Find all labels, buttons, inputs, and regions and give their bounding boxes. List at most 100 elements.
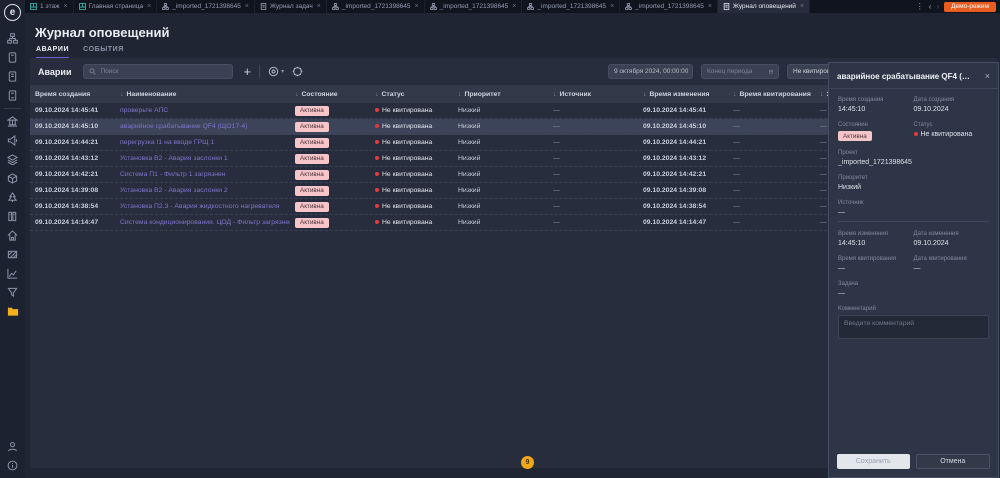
close-icon[interactable]: ×: [610, 3, 614, 10]
period-end-input[interactable]: [707, 68, 765, 75]
books-icon[interactable]: [2, 207, 23, 226]
close-icon[interactable]: ×: [708, 3, 712, 10]
period-start-field[interactable]: 9 октября 2024, 00:00:00 ×: [608, 64, 693, 79]
tab-imported-5[interactable]: _imported_1721398645 ×: [620, 0, 718, 13]
sort-icon[interactable]: ↓: [375, 91, 379, 98]
tab-main-page[interactable]: Главная страница×: [74, 0, 158, 13]
info-icon[interactable]: [2, 456, 23, 475]
clear-icon[interactable]: ×: [692, 68, 693, 75]
tab-task-journal[interactable]: Журнал задач×: [255, 0, 327, 13]
state-badge: Активна: [295, 202, 329, 212]
tab-imported-3[interactable]: _imported_1721398645×: [425, 0, 523, 13]
field-priority: Приоритет Низкий: [838, 175, 989, 191]
sort-icon[interactable]: ↓: [120, 91, 124, 98]
column-header-modified[interactable]: ↓Время изменения: [638, 91, 728, 98]
notification-count-badge[interactable]: 9: [521, 456, 534, 469]
close-icon[interactable]: ×: [317, 3, 321, 10]
hierarchy-icon[interactable]: [2, 29, 23, 48]
folder-icon-active[interactable]: [2, 302, 23, 321]
cell-status: Не квитирована: [370, 107, 453, 114]
unacked-dot-icon: [375, 220, 379, 224]
tab-imported-4[interactable]: _imported_1721398645×: [522, 0, 620, 13]
cell-priority: Низкий: [453, 171, 548, 178]
box-icon[interactable]: [2, 169, 23, 188]
column-header-priority[interactable]: ↓Приоритет: [453, 91, 548, 98]
acknowledge-menu-button[interactable]: ▾: [268, 66, 284, 77]
alarm-name-link[interactable]: Установка В2 - Авария заслонки 2: [115, 187, 290, 194]
field-label: Источник: [838, 200, 989, 206]
column-header-source[interactable]: ↓Источник: [548, 91, 638, 98]
cell-created: 09.10.2024 14:14:47: [30, 219, 115, 226]
unacked-dot-icon: [375, 204, 379, 208]
journal-icon-3[interactable]: [2, 86, 23, 105]
field-value: 14:45:10: [838, 240, 914, 247]
close-icon[interactable]: ×: [147, 3, 151, 10]
tab-label: _imported_1721398645: [635, 3, 704, 10]
column-label: Наименование: [127, 91, 177, 98]
add-alarm-button[interactable]: +: [243, 65, 251, 78]
field-value: 14:45:10: [838, 106, 914, 113]
cell-modified: 09.10.2024 14:14:47: [638, 219, 728, 226]
filter-icon[interactable]: [2, 283, 23, 302]
tab-imported-1[interactable]: _imported_1721398645×: [157, 0, 255, 13]
column-header-created[interactable]: Время создания: [30, 91, 115, 98]
chevron-right-icon[interactable]: ›: [936, 3, 939, 11]
alarm-name-link[interactable]: перегрузка I1 на вводе ГРЩ 1: [115, 139, 290, 146]
alarm-name-link[interactable]: Система кондиционирования. ЦОД - Фильтр …: [115, 219, 290, 226]
field-label: Время квитирования: [838, 256, 914, 262]
tab-floor-1[interactable]: 1 этаж×: [25, 0, 74, 13]
save-button[interactable]: Сохранить: [837, 454, 910, 469]
cancel-button[interactable]: Отмена: [916, 454, 991, 469]
sort-icon[interactable]: ↓: [820, 91, 824, 98]
calendar-icon: [769, 68, 773, 75]
alarm-name-link[interactable]: Установка В2 - Авария заслонки 1: [115, 155, 290, 162]
sort-icon[interactable]: ↓: [643, 91, 647, 98]
close-icon[interactable]: ×: [415, 3, 419, 10]
alarm-name-link[interactable]: аварийное срабатывание QF4 (ЩО17-4): [115, 123, 290, 130]
sort-icon[interactable]: ↓: [458, 91, 462, 98]
search-input[interactable]: [100, 68, 227, 75]
sort-icon[interactable]: ↓: [295, 91, 299, 98]
table-settings-button[interactable]: [292, 66, 303, 77]
field-task: Задача —: [838, 281, 989, 297]
tab-alert-journal-active[interactable]: Журнал оповещений×: [718, 0, 810, 13]
speaker-icon[interactable]: [2, 131, 23, 150]
field-value: —: [914, 265, 990, 272]
alarm-name-link[interactable]: проверьте АПС: [115, 107, 290, 114]
alarm-name-link[interactable]: Установка П2.3 - Авария жидкостного нагр…: [115, 203, 290, 210]
close-icon[interactable]: ×: [800, 3, 804, 10]
sort-icon[interactable]: ↓: [553, 91, 557, 98]
field-comment: Комментарий: [838, 306, 989, 344]
page-title: Журнал оповещений: [35, 25, 170, 40]
cell-modified: 09.10.2024 14:44:21: [638, 139, 728, 146]
home-icon[interactable]: [2, 226, 23, 245]
tab-imported-2[interactable]: _imported_1721398645×: [327, 0, 425, 13]
user-icon[interactable]: [2, 437, 23, 456]
close-icon[interactable]: ×: [512, 3, 516, 10]
journal-icon[interactable]: [2, 48, 23, 67]
app-window: e 1 этаж× Главная страница× _imported_17…: [0, 0, 1000, 478]
bank-icon[interactable]: [2, 112, 23, 131]
column-header-state[interactable]: ↓Состояние: [290, 91, 370, 98]
column-header-name[interactable]: ↓Наименование: [115, 91, 290, 98]
sort-icon[interactable]: ↓: [733, 91, 737, 98]
chart-icon[interactable]: [2, 264, 23, 283]
hatched-area-icon[interactable]: [2, 245, 23, 264]
tree-icon[interactable]: [2, 188, 23, 207]
close-icon[interactable]: ×: [245, 3, 249, 10]
tab-overflow-menu-icon[interactable]: ⋮: [916, 3, 924, 11]
column-header-status[interactable]: ↓Статус: [370, 91, 453, 98]
close-icon[interactable]: ×: [985, 71, 990, 81]
alarm-name-link[interactable]: Система П1 - Фильтр 1 загрязнен: [115, 171, 290, 178]
comment-input[interactable]: [838, 315, 989, 339]
journal-icon-2[interactable]: [2, 67, 23, 86]
chevron-left-icon[interactable]: ‹: [929, 3, 932, 11]
close-icon[interactable]: ×: [63, 3, 67, 10]
sidebar-divider: [4, 108, 21, 109]
cell-state: Активна: [290, 218, 370, 228]
demo-mode-button[interactable]: Демо-режим: [944, 2, 996, 12]
layers-icon[interactable]: [2, 150, 23, 169]
column-header-acked[interactable]: ↓Время квитирования: [728, 91, 815, 98]
cell-source: —: [548, 203, 638, 210]
gear-icon: [292, 66, 303, 77]
